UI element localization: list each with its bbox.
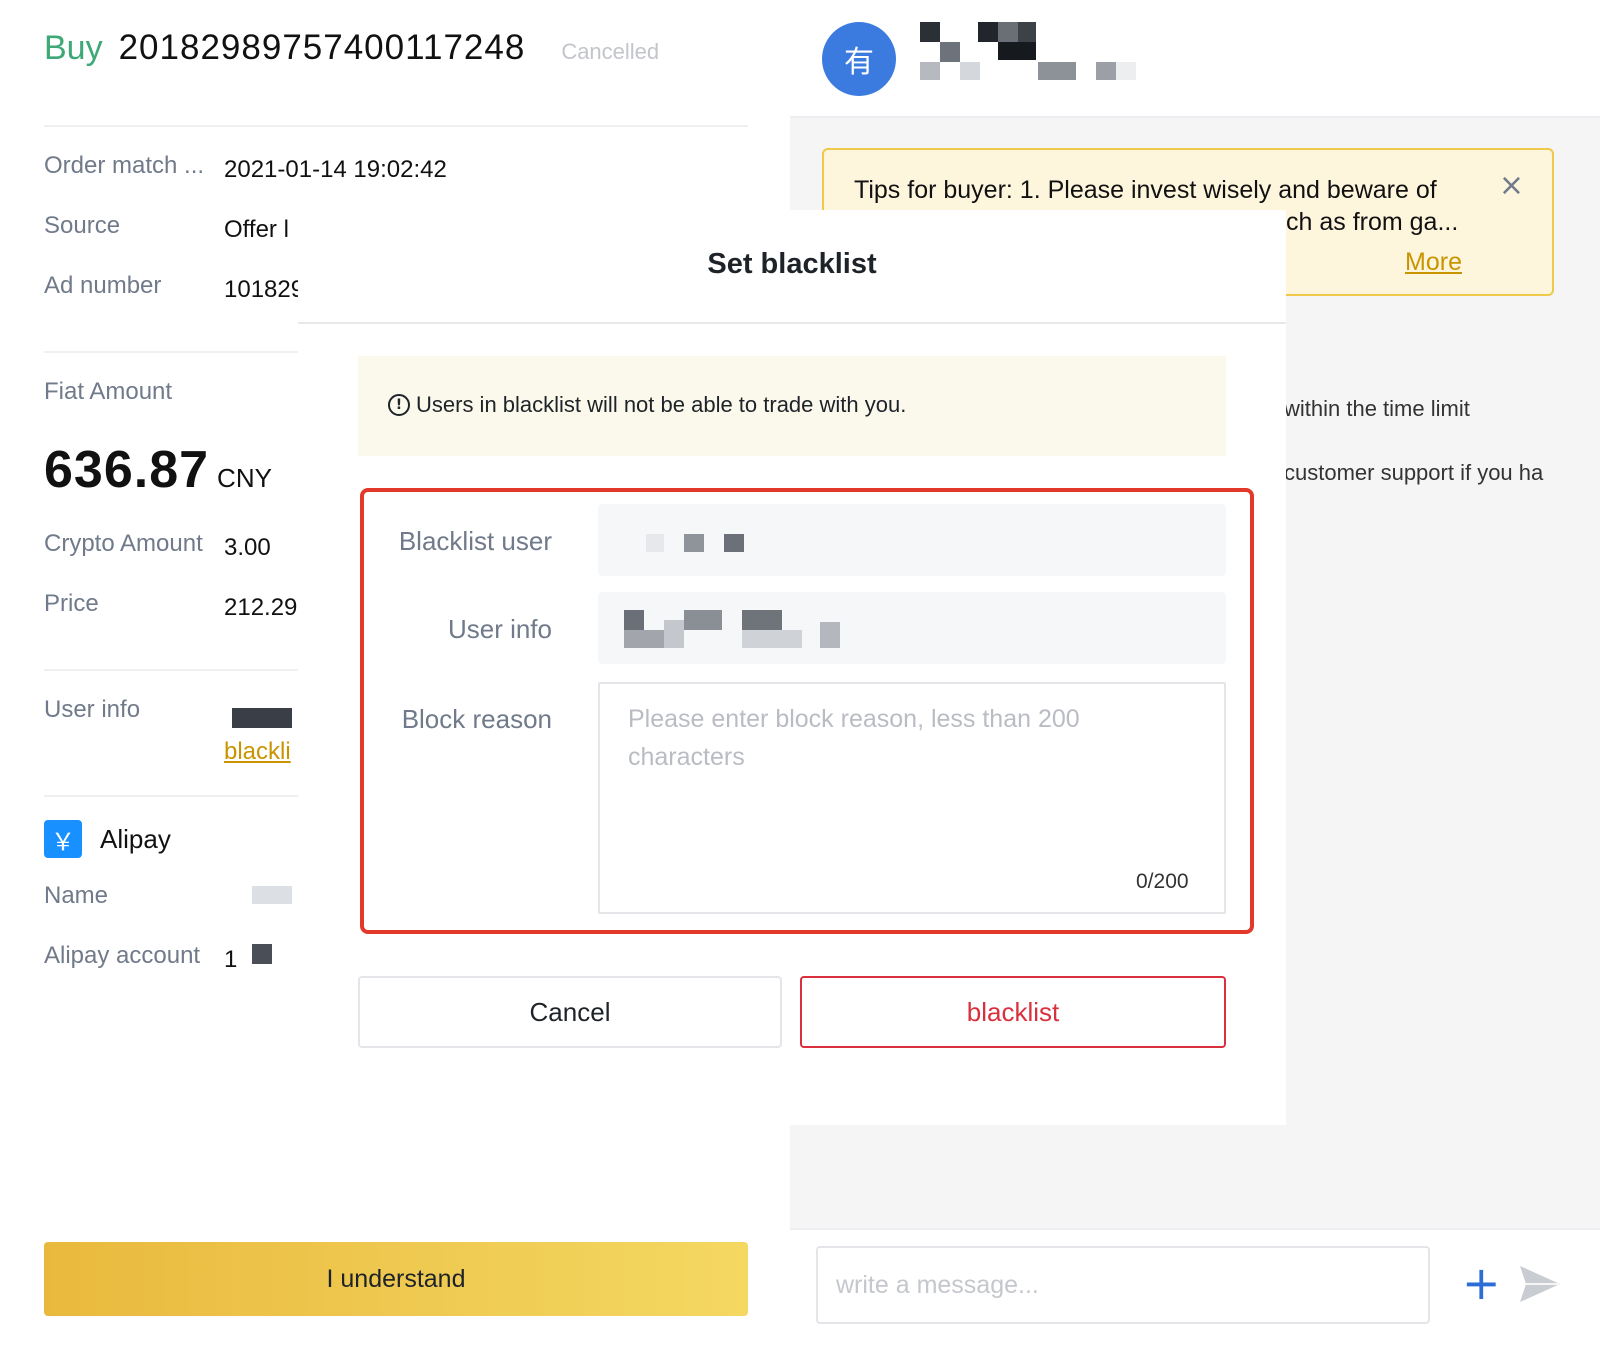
blacklist-link[interactable]: blackli [224, 738, 291, 766]
divider [44, 125, 748, 127]
order-match-value: 2021-01-14 19:02:42 [224, 156, 447, 183]
fiat-amount: 636.87 CNY [44, 440, 272, 500]
block-reason-label: Block reason [401, 704, 552, 734]
fiat-currency: CNY [217, 463, 272, 493]
chat-system-text: customer support if you ha [1284, 460, 1544, 485]
redacted-username [232, 708, 292, 728]
fiat-amount-value: 636.87 [44, 441, 210, 499]
payment-method-name: Alipay [100, 823, 171, 854]
redacted-payee-name [252, 886, 292, 904]
set-blacklist-modal: Set blacklist ! Users in blacklist will … [298, 210, 1286, 1125]
alipay-icon: ￥ [44, 820, 82, 858]
order-title: Buy 20182989757400117248 Cancelled [44, 28, 659, 68]
message-input[interactable] [816, 1246, 1430, 1324]
send-icon[interactable] [1518, 1264, 1562, 1304]
payee-name-label: Name [44, 882, 109, 909]
crypto-amount-label: Crypto Amount [44, 530, 203, 557]
user-info-field [598, 592, 1226, 664]
order-number: 20182989757400117248 [118, 28, 526, 67]
i-understand-button[interactable]: I understand [44, 1242, 748, 1316]
cancel-button[interactable]: Cancel [358, 976, 782, 1048]
order-side: Buy [44, 29, 103, 67]
ad-number-value: 101829 [224, 276, 305, 303]
chat-header: 有 [790, 0, 1600, 118]
user-info-label: User info [44, 696, 141, 723]
divider [44, 669, 298, 671]
character-counter: 0/200 [1136, 870, 1189, 893]
fiat-amount-label: Fiat Amount [44, 378, 173, 405]
source-label: Source [44, 212, 121, 239]
block-reason-textarea[interactable] [598, 682, 1226, 914]
price-value: 212.29 [224, 594, 298, 621]
plus-icon[interactable]: + [1462, 1260, 1501, 1306]
ad-number-label: Ad number [44, 272, 162, 299]
divider [44, 351, 298, 353]
close-icon[interactable]: × [1499, 168, 1524, 203]
order-status: Cancelled [561, 39, 660, 64]
blacklist-confirm-button[interactable]: blacklist [800, 976, 1226, 1048]
modal-divider [298, 322, 1286, 324]
blacklist-user-label: Blacklist user [398, 526, 552, 556]
redacted-alipay-account [252, 944, 272, 964]
alipay-account-label: Alipay account [44, 942, 201, 969]
alipay-account-value: 1 [224, 946, 238, 973]
chat-system-text: within the time limit [1284, 396, 1470, 421]
tips-more-link[interactable]: More [1405, 248, 1462, 277]
source-value: Offer l [224, 216, 289, 243]
divider [44, 795, 298, 797]
avatar: 有 [822, 22, 896, 96]
modal-title: Set blacklist [707, 248, 877, 280]
blacklist-user-field [598, 504, 1226, 576]
payment-method: ￥ Alipay [44, 820, 171, 858]
user-info-field-label: User info [447, 614, 552, 644]
tips-text-continued: ch as from ga... [1286, 208, 1459, 236]
info-circle-icon: ! [388, 394, 410, 416]
notice-text: Users in blacklist will not be able to t… [416, 392, 907, 417]
crypto-amount-value: 3.00 [224, 534, 271, 561]
blacklist-notice: ! Users in blacklist will not be able to… [358, 356, 1226, 456]
order-match-label: Order match ... [44, 152, 205, 179]
price-label: Price [44, 590, 99, 617]
tips-text: Tips for buyer: 1. Please invest wisely … [854, 176, 1437, 204]
message-composer: + [790, 1228, 1600, 1350]
